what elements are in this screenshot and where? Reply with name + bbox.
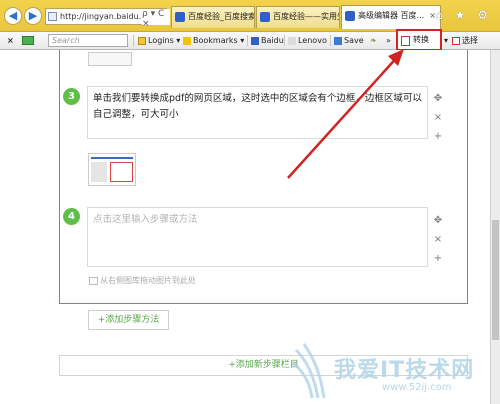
toolbar-search-input[interactable]: Search xyxy=(48,34,128,47)
bookmarks-button[interactable]: Bookmarks ▾ xyxy=(183,32,244,49)
baidu-label: Baidu xyxy=(261,36,284,45)
step-text-box[interactable]: 单击我们要转换成pdf的网页区域，这时选中的区域会有个边框，边框区域可以自己调整… xyxy=(87,86,428,139)
baidu-paw-icon xyxy=(345,11,355,21)
pdf-convert-icon xyxy=(401,36,410,46)
baidu-bookmark[interactable]: Baidu xyxy=(251,32,284,49)
pdf-select-icon xyxy=(452,36,460,45)
page-scrollbar[interactable] xyxy=(490,50,500,404)
divider xyxy=(284,35,285,46)
delete-step-icon[interactable]: × xyxy=(432,112,444,124)
lenovo-icon xyxy=(288,36,296,45)
address-text: http://jingyan.baidu... xyxy=(60,12,147,21)
baidu-icon xyxy=(251,36,259,45)
step-screenshot-thumbnail[interactable] xyxy=(88,153,136,186)
tab-label: 百度经验——实用生... xyxy=(273,12,339,21)
watermark-logo-icon xyxy=(291,343,326,399)
select-label: 选择 xyxy=(462,36,478,45)
lenovo-bookmark[interactable]: Lenovo xyxy=(288,32,327,49)
close-toolbar-icon[interactable]: × xyxy=(7,32,14,49)
watermark-url: www.52ij.com xyxy=(382,382,452,393)
select-button[interactable]: 选择 xyxy=(452,32,478,49)
thumb-sidebar xyxy=(91,162,107,182)
bookmarks-label: Bookmarks ▾ xyxy=(193,36,245,45)
divider xyxy=(330,35,331,46)
lenovo-label: Lenovo xyxy=(298,36,327,45)
more-chevron-icon[interactable]: » xyxy=(386,32,391,49)
divider xyxy=(133,35,134,46)
image-library-hint: 从右侧图库拖动图片到此处 xyxy=(89,275,196,286)
tab-advanced-editor[interactable]: 高级编辑器 百度... × xyxy=(341,5,441,29)
scrollbar-thumb[interactable] xyxy=(492,220,499,340)
image-library-text: 从右侧图库拖动图片到此处 xyxy=(100,276,196,285)
page-icon xyxy=(48,12,57,21)
step-number-badge: 4 xyxy=(63,208,80,225)
move-handle-icon[interactable]: ✥ xyxy=(432,215,444,227)
add-step-icon[interactable]: + xyxy=(432,131,444,143)
previous-step-image xyxy=(88,52,132,66)
save-icon xyxy=(334,36,342,45)
logins-label: Logins ▾ xyxy=(148,36,181,45)
image-icon xyxy=(89,276,98,285)
divider xyxy=(247,35,248,46)
convert-dropdown-icon[interactable]: ▾ xyxy=(444,32,448,49)
tab-label: 高级编辑器 百度... xyxy=(358,11,425,20)
save-button[interactable]: Save xyxy=(334,32,364,49)
save-label: Save xyxy=(344,36,364,45)
delete-step-icon[interactable]: × xyxy=(432,234,444,246)
tab-baidu-search[interactable]: 百度经验_百度搜索 xyxy=(171,6,255,28)
convert-label: 转换 xyxy=(413,35,429,44)
forward-button[interactable]: ▶ xyxy=(24,7,42,25)
move-handle-icon[interactable]: ✥ xyxy=(432,93,444,105)
baidu-paw-icon xyxy=(175,12,185,22)
thumb-header xyxy=(91,157,133,159)
leaf-icon[interactable]: ❧ xyxy=(370,32,377,49)
key-icon xyxy=(138,36,146,45)
convert-button[interactable]: 转换 xyxy=(396,29,442,51)
site-watermark: 我爱IT技术网 www.52ij.com xyxy=(282,343,490,404)
star-icon xyxy=(183,36,191,45)
thumb-selection xyxy=(110,162,133,182)
tab-label: 百度经验_百度搜索 xyxy=(188,12,255,21)
address-tools[interactable]: ρ ▾ C × xyxy=(142,9,170,29)
browser-titlebar: ◀ ▶ http://jingyan.baidu... ρ ▾ C × 百度经验… xyxy=(0,0,500,32)
baidu-paw-icon xyxy=(260,12,270,22)
back-button[interactable]: ◀ xyxy=(4,7,22,25)
tab-baidu-jingyan[interactable]: 百度经验——实用生... xyxy=(256,6,340,28)
add-step-button[interactable]: +添加步骤方法 xyxy=(88,310,169,330)
apps-grid-icon[interactable] xyxy=(22,36,34,45)
step-number-badge: 3 xyxy=(63,88,80,105)
step-text-input[interactable]: 点击这里输入步骤或方法 xyxy=(87,207,428,267)
home-favorites-settings-icons[interactable]: ⌂ ★ ⚙ xyxy=(435,8,492,22)
watermark-text: 我爱IT技术网 xyxy=(334,358,475,383)
logins-button[interactable]: Logins ▾ xyxy=(138,32,180,49)
add-step-icon[interactable]: + xyxy=(432,253,444,265)
